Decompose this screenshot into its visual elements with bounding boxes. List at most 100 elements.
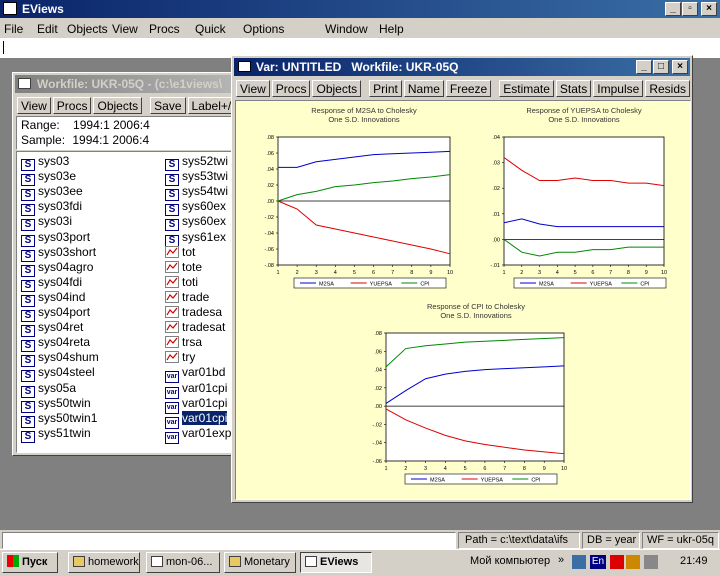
- list-item[interactable]: Ssys04agro: [21, 260, 93, 277]
- var-view-button[interactable]: View: [236, 80, 270, 97]
- menu-quick[interactable]: Quick: [195, 21, 226, 37]
- list-item[interactable]: Ssys04reta: [21, 335, 90, 353]
- object-list[interactable]: Ssys03 Ssys03e Ssys03ee Ssys03fdi Ssys03i Ssy…: [16, 151, 236, 453]
- list-item[interactable]: var var01exp: [165, 425, 232, 444]
- workfile-save-button[interactable]: Save: [150, 97, 186, 114]
- restore-button[interactable]: ▫: [682, 2, 698, 16]
- y-tick-label: .04: [374, 368, 382, 374]
- menu-options[interactable]: Options: [243, 21, 284, 37]
- workfile-view-button[interactable]: View: [17, 97, 51, 114]
- list-item[interactable]: trade: [165, 290, 209, 305]
- list-item[interactable]: Ssys03short: [21, 245, 96, 262]
- start-button[interactable]: Пуск: [2, 552, 58, 573]
- var-objects-button[interactable]: Objects: [312, 80, 362, 97]
- network-icon[interactable]: [572, 555, 586, 569]
- list-item[interactable]: Ssys04shum: [21, 350, 99, 368]
- list-item[interactable]: var var01cpi: [165, 381, 227, 399]
- list-item[interactable]: Ssys54twi: [165, 184, 228, 202]
- taskbar-button[interactable]: mon-06...: [146, 552, 220, 573]
- x-tick-label: 3: [315, 270, 318, 276]
- list-item[interactable]: Ssys04fdi: [21, 275, 82, 292]
- list-item[interactable]: Ssys52twi: [165, 154, 228, 171]
- tray-tool-icon[interactable]: [610, 555, 624, 569]
- sample-label: Sample:: [21, 133, 66, 147]
- list-item[interactable]: Ssys61ex: [165, 230, 226, 247]
- var-name-button[interactable]: Name: [403, 80, 444, 97]
- taskbar-button[interactable]: Monetary: [224, 552, 296, 573]
- workfile-label-button[interactable]: Label+/-: [187, 97, 237, 114]
- list-item-label: try: [182, 350, 196, 365]
- y-tick-label: .00: [492, 237, 500, 243]
- var-maximize-button[interactable]: □: [653, 60, 669, 74]
- list-item[interactable]: Ssys50twin1: [21, 411, 97, 428]
- var-resids-button[interactable]: Resids: [645, 80, 690, 97]
- list-item[interactable]: Ssys04steel: [21, 365, 95, 383]
- list-item[interactable]: Ssys04ret: [21, 320, 83, 338]
- list-item[interactable]: Ssys60ex: [165, 199, 226, 217]
- list-item[interactable]: Ssys03i: [21, 214, 72, 232]
- list-item[interactable]: Ssys03fdi: [21, 199, 82, 217]
- var-minimize-button[interactable]: _: [636, 60, 652, 74]
- list-item[interactable]: tote: [165, 260, 202, 275]
- list-item-label: var01exp: [182, 425, 232, 440]
- menu-window[interactable]: Window: [325, 21, 368, 37]
- list-item[interactable]: Ssys53twi: [165, 169, 228, 187]
- graph-area[interactable]: Response of M2SA to Cholesky One S.D. Inn…: [235, 100, 691, 500]
- tray-volume-icon[interactable]: [644, 555, 658, 569]
- app-titlebar: EViews _ ▫ ×: [0, 0, 720, 18]
- list-item[interactable]: trsa: [165, 335, 202, 350]
- menu-view[interactable]: View: [112, 21, 138, 37]
- x-tick-label: 8: [410, 270, 413, 276]
- chevron-icon[interactable]: »: [558, 554, 564, 566]
- var-close-button[interactable]: ×: [672, 60, 688, 74]
- list-item[interactable]: Ssys04ind: [21, 290, 85, 307]
- var-stats-button[interactable]: Stats: [555, 80, 592, 97]
- var-freeze-button[interactable]: Freeze: [445, 80, 492, 97]
- list-item[interactable]: var var01cpi: [165, 410, 228, 429]
- workfile-procs-button[interactable]: Procs: [52, 97, 92, 114]
- taskbar-button[interactable]: EViews: [300, 552, 372, 573]
- list-item[interactable]: Ssys04port: [21, 305, 90, 322]
- language-indicator[interactable]: En: [590, 555, 606, 569]
- var-print-button[interactable]: Print: [369, 80, 402, 97]
- list-item[interactable]: tradesat: [165, 320, 225, 335]
- list-item[interactable]: Ssys03: [21, 154, 69, 171]
- status-db-text: DB = year: [587, 534, 637, 546]
- menu-edit[interactable]: Edit: [37, 21, 58, 37]
- y-tick-label: -.04: [265, 231, 274, 237]
- minimize-button[interactable]: _: [665, 2, 681, 16]
- list-item[interactable]: try: [165, 350, 195, 365]
- list-item[interactable]: Ssys60ex: [165, 214, 226, 232]
- list-item-label: trsa: [182, 335, 203, 350]
- list-item[interactable]: Ssys05a: [21, 381, 76, 398]
- list-item[interactable]: tot: [165, 245, 195, 260]
- menu-objects[interactable]: Objects: [67, 21, 108, 37]
- close-button[interactable]: ×: [701, 2, 717, 16]
- var-titlebar[interactable]: Var: UNTITLED Workfile: UKR-05Q _ □ ×: [234, 58, 690, 76]
- x-tick-label: 6: [483, 466, 486, 472]
- list-item[interactable]: Ssys50twin: [21, 396, 91, 413]
- list-item[interactable]: Ssys51twin: [21, 426, 91, 443]
- series-icon: [165, 260, 179, 273]
- menu-file[interactable]: File: [4, 21, 23, 37]
- menu-procs[interactable]: Procs: [149, 21, 180, 37]
- list-item[interactable]: toti: [165, 275, 198, 290]
- taskbar-button[interactable]: homework: [68, 552, 140, 573]
- list-item[interactable]: var var01bd: [165, 365, 225, 384]
- my-computer-label[interactable]: Мой компьютер: [470, 555, 550, 567]
- workfile-titlebar[interactable]: Workfile: UKR-05Q - (c:\e1views\: [15, 75, 235, 93]
- workfile-objects-button[interactable]: Objects: [93, 97, 143, 114]
- tray-alert-icon[interactable]: [626, 555, 640, 569]
- list-item[interactable]: Ssys03port: [21, 230, 90, 247]
- list-item[interactable]: var var01cpi: [165, 396, 227, 414]
- workfile-window[interactable]: Workfile: UKR-05Q - (c:\e1views\ View Pro…: [12, 72, 238, 456]
- list-item[interactable]: Ssys03e: [21, 169, 76, 187]
- list-item[interactable]: tradesa: [165, 305, 222, 320]
- range-label: Range:: [21, 118, 60, 132]
- var-estimate-button[interactable]: Estimate: [499, 80, 554, 97]
- menu-help[interactable]: Help: [379, 21, 404, 37]
- var-procs-button[interactable]: Procs: [271, 80, 311, 97]
- var-window[interactable]: Var: UNTITLED Workfile: UKR-05Q _ □ × Vi…: [231, 55, 693, 503]
- list-item[interactable]: Ssys03ee: [21, 184, 83, 202]
- var-impulse-button[interactable]: Impulse: [593, 80, 644, 97]
